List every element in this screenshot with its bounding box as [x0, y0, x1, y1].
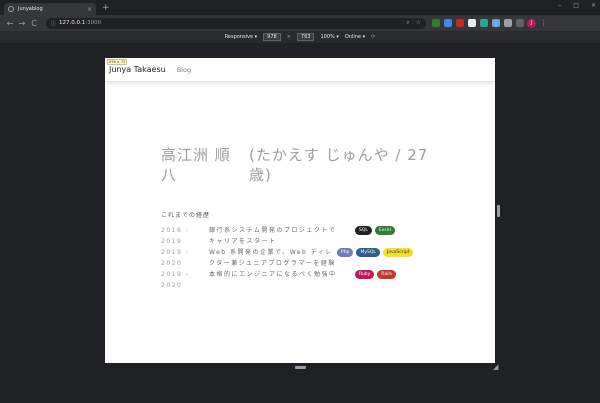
new-tab-button[interactable]: +: [102, 3, 110, 13]
zoom-icon[interactable]: ⌕: [406, 19, 409, 27]
career-history: 2016 -2019 銀行系システム開発のプロジェクトでキャリアをスタート SQL E…: [161, 225, 451, 291]
tab-junyablog[interactable]: Junyablog ×: [4, 3, 96, 15]
history-description: 銀行系システム開発のプロジェクトでキャリアをスタート: [209, 227, 337, 245]
skill-badge-mysql: MySQL: [356, 248, 380, 257]
address-bar[interactable]: ⓘ 127.0.0.1:3000 ⌕ ☆: [46, 17, 426, 29]
skill-badge-sql: SQL: [355, 226, 372, 235]
forward-button[interactable]: →: [16, 19, 28, 28]
rotate-icon[interactable]: ⟳: [371, 34, 375, 40]
back-button[interactable]: ←: [4, 19, 16, 28]
skill-badge-php: Php: [337, 248, 354, 257]
teal-ext-icon[interactable]: [480, 19, 488, 27]
tab-strip: Junyablog × + – □ ✕: [0, 0, 600, 15]
resize-handle-corner[interactable]: ◢: [493, 363, 498, 371]
history-date-end: 2020: [161, 260, 183, 267]
hero-reading-line1: (たかえす じゅんや / 27: [249, 146, 429, 164]
site-navbar: 978 × 72 Junya Takaesu Blog: [105, 58, 495, 82]
profile-avatar[interactable]: J: [527, 18, 536, 28]
zoom-select[interactable]: 100% ▾: [320, 34, 338, 40]
dimension-separator: ×: [286, 34, 291, 40]
info-icon[interactable]: ⓘ: [51, 20, 56, 27]
nav-link-blog[interactable]: Blog: [177, 66, 191, 74]
hero-heading: 高江洲 順八(たかえす じゅんや / 27 歳): [161, 145, 441, 185]
url-text: 127.0.0.1:3000: [59, 20, 101, 26]
globe-icon: [8, 6, 14, 12]
hero-name-line1: 高江洲 順: [161, 146, 231, 164]
bookmark-star-icon[interactable]: ☆: [416, 19, 421, 27]
green-ext-icon[interactable]: [432, 19, 440, 27]
history-row: 2016 -2019 銀行系システム開発のプロジェクトでキャリアをスタート SQL E…: [161, 225, 451, 247]
history-row: 2019 -2020 本格的にエンジニアになるべく勉強中 Ruby Rails: [161, 269, 451, 291]
hero-name: 高江洲 順八: [161, 145, 249, 185]
device-toolbar: Responsive ▾ 978 × 763 100% ▾ Online ▾ ⟳: [0, 31, 600, 43]
history-date-end: 2019: [161, 238, 183, 245]
browser-menu-icon[interactable]: ⋮: [540, 19, 547, 27]
skill-badge-javascript: JavaScript: [382, 248, 414, 257]
shield-ext-icon[interactable]: [492, 19, 500, 27]
viewport-width-input[interactable]: 978: [263, 33, 281, 41]
hero-reading: (たかえす じゅんや / 27 歳): [249, 145, 437, 185]
white-ext-icon[interactable]: [468, 19, 476, 27]
history-tags: SQL Excel: [337, 225, 451, 247]
history-description: Web 系開発の企業で、Web ディレクター兼ジュニアプログラマーを経験: [209, 249, 336, 267]
reload-button[interactable]: C: [28, 19, 40, 28]
browser-toolbar: ← → C ⓘ 127.0.0.1:3000 ⌕ ☆ J ⋮: [0, 15, 600, 31]
history-tags: Ruby Rails: [337, 269, 451, 291]
history-date-start: 2019 -: [161, 249, 190, 256]
history-date: 2019 - 2020: [161, 269, 209, 291]
viewport-height-input[interactable]: 763: [296, 33, 315, 41]
close-window-button[interactable]: ✕: [591, 2, 596, 9]
tab-close-icon[interactable]: ×: [87, 6, 92, 13]
web-page: 978 × 72 Junya Takaesu Blog 高江洲 順八(たかえす …: [105, 58, 495, 363]
skill-badge-rails: Rails: [377, 270, 396, 279]
blue-ext-icon[interactable]: [444, 19, 452, 27]
history-row: 2019 - 2020 Web 系開発の企業で、Web ディレクター兼ジュニアプログ…: [161, 247, 451, 269]
history-description: 本格的にエンジニアになるべく勉強中: [209, 271, 337, 278]
skill-badge-excel: Excel: [374, 226, 395, 235]
history-tags: Php MySQL JavaScript: [337, 247, 451, 269]
tab-title: Junyablog: [18, 6, 43, 12]
hero-reading-line2: 歳): [249, 166, 272, 184]
window-controls: – □ ✕: [558, 2, 596, 9]
skill-badge-ruby: Ruby: [355, 270, 375, 279]
emulated-viewport: 978 × 72 Junya Takaesu Blog 高江洲 順八(たかえす …: [0, 43, 600, 403]
maximize-button[interactable]: □: [573, 2, 579, 9]
network-throttle-select[interactable]: Online ▾: [345, 34, 365, 40]
history-date-start: 2016 -: [161, 227, 190, 234]
career-section-title: これまでの経歴: [161, 212, 211, 219]
history-date-start: 2019 -: [161, 271, 190, 278]
puzzle-ext-icon[interactable]: [504, 19, 512, 27]
history-date: 2016 - 2019: [161, 225, 209, 247]
resize-handle-right[interactable]: [497, 205, 500, 217]
device-select[interactable]: Responsive ▾: [225, 34, 257, 40]
red-ext-icon[interactable]: [456, 19, 464, 27]
grey-ext-icon[interactable]: [516, 19, 524, 27]
history-date: 2019 - 2020: [161, 247, 209, 269]
hero-name-line2: 八: [161, 166, 178, 184]
history-date-end: 2020: [161, 282, 183, 289]
url-port: :3000: [85, 20, 102, 26]
extensions-bar: [432, 19, 524, 27]
resize-handle-bottom[interactable]: [295, 366, 306, 369]
url-host: 127.0.0.1: [59, 20, 86, 26]
site-brand-link[interactable]: Junya Takaesu: [109, 65, 166, 74]
minimize-button[interactable]: –: [558, 2, 561, 9]
dimensions-badge: 978 × 72: [107, 59, 128, 65]
